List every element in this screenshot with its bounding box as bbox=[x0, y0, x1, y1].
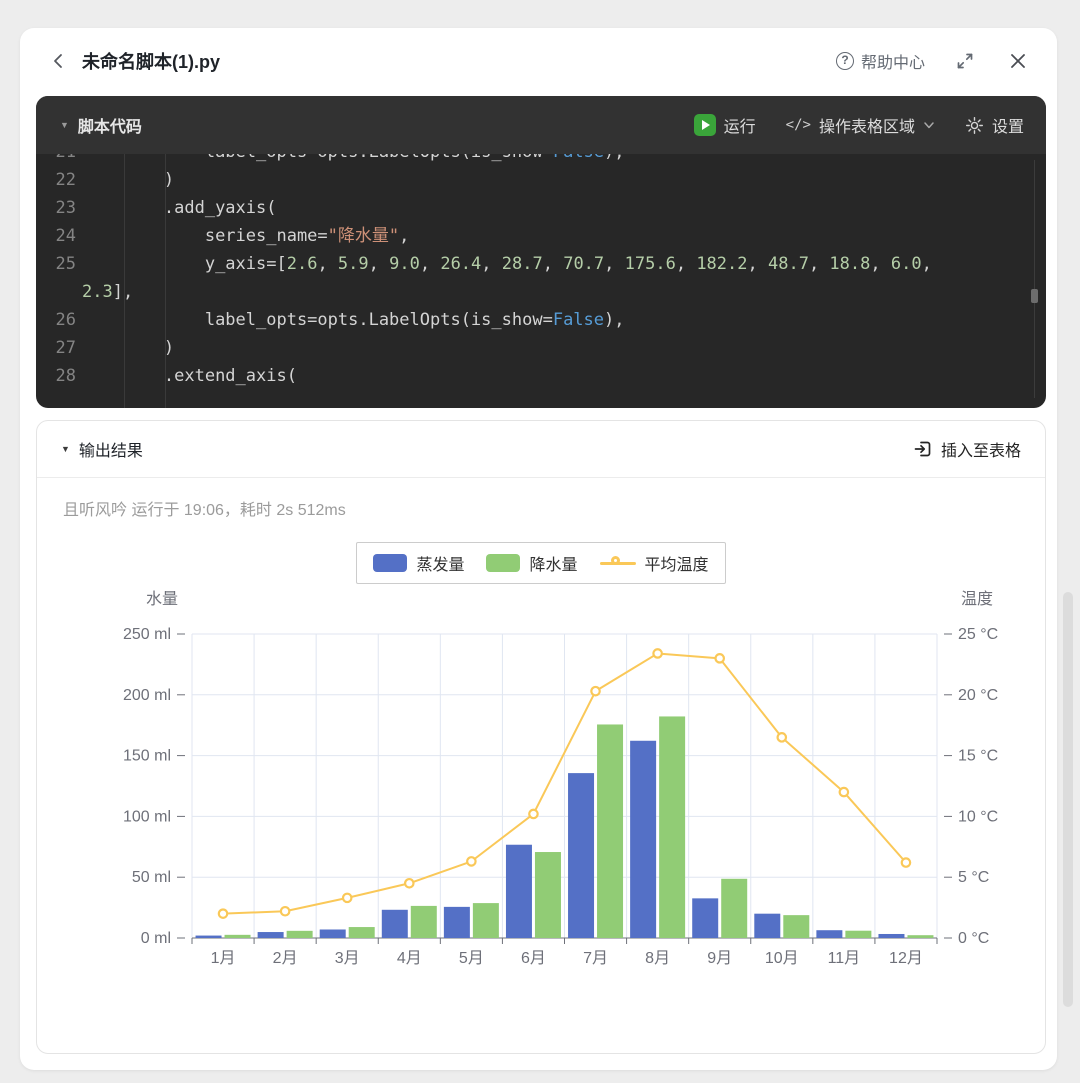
code-line: 27 ) bbox=[36, 334, 1046, 362]
chevron-left-icon bbox=[50, 52, 68, 70]
page-scrollbar[interactable] bbox=[1063, 592, 1073, 1007]
svg-text:水量: 水量 bbox=[146, 590, 178, 608]
svg-text:12月: 12月 bbox=[889, 950, 923, 967]
svg-text:25 °C: 25 °C bbox=[958, 626, 998, 643]
svg-text:4月: 4月 bbox=[397, 950, 422, 967]
svg-text:200 ml: 200 ml bbox=[123, 687, 171, 704]
page-title: 未命名脚本(1).py bbox=[82, 48, 220, 74]
settings-label: 设置 bbox=[992, 113, 1024, 137]
svg-text:3月: 3月 bbox=[335, 950, 360, 967]
back-button[interactable] bbox=[46, 48, 72, 74]
code-line: 25 y_axis=[2.6, 5.9, 9.0, 26.4, 28.7, 70… bbox=[36, 250, 1046, 278]
chevron-down-icon bbox=[923, 119, 935, 131]
svg-text:温度: 温度 bbox=[961, 590, 993, 608]
svg-text:5 °C: 5 °C bbox=[958, 869, 989, 886]
svg-text:50 ml: 50 ml bbox=[132, 869, 171, 886]
collapse-triangle-icon: ▼ bbox=[61, 444, 70, 454]
code-panel: ▼ 脚本代码 运行 </> 操作表格区域 bbox=[36, 96, 1046, 408]
legend-item-平均温度[interactable]: 平均温度 bbox=[600, 551, 709, 575]
divider bbox=[37, 477, 1045, 478]
output-panel-header: ▼ 输出结果 插入至表格 bbox=[37, 421, 1045, 477]
run-button[interactable]: 运行 bbox=[694, 113, 756, 137]
code-editor[interactable]: 21 label_opts=opts.LabelOpts(is_show=Fal… bbox=[36, 154, 1046, 408]
output-panel-title: 输出结果 bbox=[79, 437, 143, 461]
legend-swatch bbox=[373, 554, 407, 572]
code-line: 28 .extend_axis( bbox=[36, 362, 1046, 390]
fullscreen-button[interactable] bbox=[951, 47, 979, 75]
svg-text:11月: 11月 bbox=[828, 950, 861, 967]
svg-text:150 ml: 150 ml bbox=[123, 748, 171, 765]
settings-button[interactable]: 设置 bbox=[965, 113, 1024, 137]
code-panel-title: 脚本代码 bbox=[78, 113, 142, 137]
svg-text:5月: 5月 bbox=[459, 950, 484, 967]
code-line: 22 ) bbox=[36, 166, 1046, 194]
close-button[interactable] bbox=[1005, 48, 1031, 74]
code-line: 21 label_opts=opts.LabelOpts(is_show=Fal… bbox=[36, 154, 1046, 166]
svg-text:1月: 1月 bbox=[211, 950, 236, 967]
svg-text:0 °C: 0 °C bbox=[958, 930, 989, 947]
titlebar: 未命名脚本(1).py ? 帮助中心 bbox=[20, 28, 1057, 94]
legend-swatch bbox=[486, 554, 520, 572]
indent-guide bbox=[124, 154, 125, 408]
svg-text:0 ml: 0 ml bbox=[141, 930, 171, 947]
scrollbar-handle[interactable] bbox=[1031, 289, 1038, 303]
output-panel-collapse[interactable]: ▼ 输出结果 bbox=[61, 437, 143, 461]
svg-text:9月: 9月 bbox=[707, 950, 732, 967]
svg-text:100 ml: 100 ml bbox=[123, 808, 171, 825]
svg-text:250 ml: 250 ml bbox=[123, 626, 171, 643]
legend-item-降水量[interactable]: 降水量 bbox=[486, 551, 577, 575]
svg-text:20 °C: 20 °C bbox=[958, 687, 998, 704]
svg-text:15 °C: 15 °C bbox=[958, 748, 998, 765]
table-range-button[interactable]: </> 操作表格区域 bbox=[786, 113, 935, 137]
svg-text:8月: 8月 bbox=[645, 950, 670, 967]
svg-text:10月: 10月 bbox=[765, 950, 799, 967]
chart: 0 ml 50 ml 100 ml 150 ml 200 ml 250 ml 0 °C 5 °… bbox=[62, 588, 1045, 1005]
run-label: 运行 bbox=[724, 113, 756, 137]
code-lines: 21 label_opts=opts.LabelOpts(is_show=Fal… bbox=[36, 154, 1046, 390]
close-icon bbox=[1009, 52, 1027, 70]
svg-text:2月: 2月 bbox=[273, 950, 298, 967]
legend-item-蒸发量[interactable]: 蒸发量 bbox=[373, 551, 464, 575]
output-panel: ▼ 输出结果 插入至表格 且听风吟 运行于 19:06，耗时 2s 512ms … bbox=[36, 420, 1046, 1054]
insert-to-sheet-button[interactable]: 插入至表格 bbox=[913, 437, 1021, 461]
gear-icon bbox=[965, 116, 984, 135]
code-icon: </> bbox=[786, 117, 811, 133]
help-icon: ? bbox=[836, 52, 854, 70]
help-label: 帮助中心 bbox=[861, 49, 925, 73]
editor-scrollbar[interactable] bbox=[1031, 160, 1039, 398]
code-line: 26 label_opts=opts.LabelOpts(is_show=Fal… bbox=[36, 306, 1046, 334]
svg-text:7月: 7月 bbox=[583, 950, 608, 967]
collapse-triangle-icon: ▼ bbox=[60, 120, 69, 130]
code-line: 2.3], bbox=[36, 278, 1046, 306]
script-editor-window: 未命名脚本(1).py ? 帮助中心 bbox=[20, 28, 1057, 1070]
insert-icon bbox=[913, 439, 933, 459]
chart-legend: 蒸发量降水量平均温度 bbox=[356, 542, 725, 584]
code-line: 23 .add_yaxis( bbox=[36, 194, 1046, 222]
legend-line-marker bbox=[600, 554, 636, 572]
table-range-label: 操作表格区域 bbox=[819, 113, 915, 137]
expand-icon bbox=[955, 51, 975, 71]
code-panel-header: ▼ 脚本代码 运行 </> 操作表格区域 bbox=[36, 96, 1046, 154]
help-center-button[interactable]: ? 帮助中心 bbox=[836, 49, 925, 73]
indent-guide bbox=[165, 154, 166, 408]
code-line: 24 series_name="降水量", bbox=[36, 222, 1046, 250]
code-panel-collapse[interactable]: ▼ 脚本代码 bbox=[60, 113, 142, 137]
svg-text:6月: 6月 bbox=[521, 950, 546, 967]
run-status: 且听风吟 运行于 19:06，耗时 2s 512ms bbox=[63, 496, 1045, 520]
bar-line-chart: 0 ml 50 ml 100 ml 150 ml 200 ml 250 ml 0 °C 5 °… bbox=[62, 588, 1022, 1000]
svg-text:10 °C: 10 °C bbox=[958, 808, 998, 825]
play-icon bbox=[694, 114, 716, 136]
insert-label: 插入至表格 bbox=[941, 437, 1021, 461]
